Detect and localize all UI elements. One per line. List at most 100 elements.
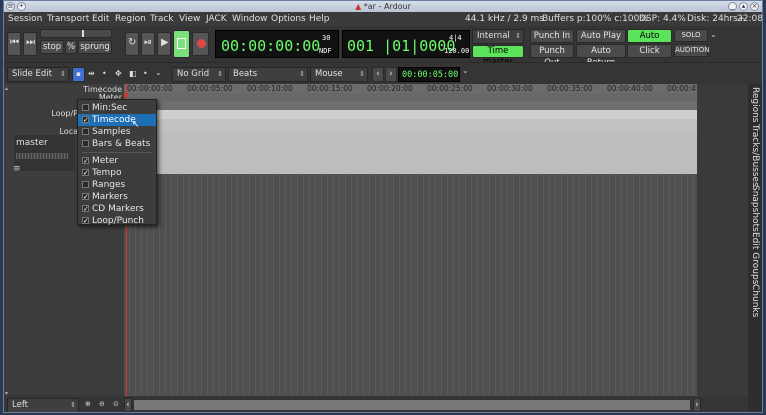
ruler-menu-item[interactable]: Bars & Beats [78,138,156,150]
track-gain-fader[interactable] [16,153,68,159]
time-master-button[interactable]: Time master [472,45,524,67]
grid-type-combo[interactable]: No Grid ⇕ [172,67,226,82]
checkbox-icon[interactable] [82,104,89,111]
punch-out-button[interactable]: Punch Out [530,44,574,68]
nudge-clock[interactable]: 00:00:05:00 [398,67,460,82]
auto-play-button[interactable]: Auto Play [576,29,626,43]
ruler-menu-item[interactable]: ✓ Timecode [78,114,156,126]
audition-mode-icon[interactable]: • [143,69,148,78]
checkbox-checked-icon[interactable]: ✓ [82,116,89,124]
play-range-button[interactable]: ⏯ [141,32,155,56]
menu-window[interactable]: Window [232,13,268,25]
shuttle-style-button[interactable]: sprung [78,40,112,54]
track-name-field[interactable]: master [16,138,48,148]
close-icon[interactable]: × [750,2,759,11]
goto-start-button[interactable]: ⏮ [7,32,21,56]
loop-punch-ruler-label[interactable]: Loop/P [4,109,78,118]
chevron-right-icon: › [695,400,699,410]
meter-ruler[interactable] [124,93,697,101]
menu-track[interactable]: Track [150,13,174,25]
range-mode-icon[interactable]: ⇹ [88,69,95,78]
maximize-icon[interactable]: ▴ [739,2,748,11]
click-button[interactable]: Click [627,44,672,58]
menu-options[interactable]: Options [271,13,306,25]
primary-clock[interactable]: 00:00:00:00 30 NDF [215,30,339,58]
menu-help[interactable]: Help [309,13,330,25]
updown-arrow-icon: ⇕ [70,401,76,409]
gain-mode-icon[interactable]: ✥ [115,69,122,78]
audition-indicator[interactable]: AUDITION [674,44,709,57]
ruler-menu-item[interactable]: Ranges [78,179,156,191]
edit-point-combo[interactable]: Mouse ⇕ [310,67,368,82]
loop-punch-ruler[interactable] [124,110,697,119]
dsp-status: DSP: 4.4% [639,14,686,24]
nudge-expander-icon[interactable]: ⌄ [462,66,469,75]
scroll-right-button[interactable]: › [693,398,701,412]
tempo-ruler[interactable] [124,101,697,110]
play-button[interactable]: ▶ [157,32,171,56]
master-track-header[interactable]: master [14,135,75,171]
zoom-in-icon[interactable]: ⊕ [85,400,91,408]
menu-transport[interactable]: Transport [47,13,89,25]
scroll-left-button[interactable]: ‹ [124,398,132,412]
nudge-backward-button[interactable]: ‹ [372,67,384,82]
shuttle-slider[interactable] [40,29,112,38]
menu-region[interactable]: Region [115,13,146,25]
punch-in-button[interactable]: Punch In [530,29,574,43]
tab-edit-groups[interactable]: Edit Groups [749,232,761,284]
tab-tracks-busses[interactable]: Tracks/Busses [749,124,761,187]
tab-chunks[interactable]: Chunks [749,284,761,317]
checkbox-checked-icon[interactable]: ✓ [82,193,89,201]
minimize-icon[interactable]: _ [728,2,737,11]
menu-edit[interactable]: Edit [92,13,109,25]
checkbox-checked-icon[interactable]: ✓ [82,205,89,213]
checkbox-checked-icon[interactable]: ✓ [82,217,89,225]
mode-expander-icon[interactable]: ⌄ [155,68,162,77]
ruler-menu-item[interactable]: Samples [78,126,156,138]
checkbox-icon[interactable] [82,181,89,188]
ruler-menu-item[interactable]: ✓ Meter [78,155,156,167]
menu-jack[interactable]: JACK [206,13,227,25]
ruler-menu-item[interactable]: Min:Sec [78,102,156,114]
loop-button[interactable]: ↻ [125,32,139,56]
zoom-focus-combo[interactable]: Left ⇕ [7,398,79,412]
editor-canvas[interactable]: 00:00:00:00 00:00:05:00 00:00:10:00 00:00:1… [124,84,697,398]
record-button[interactable] [192,32,209,56]
empty-track-area[interactable] [124,174,697,398]
sync-source-combo[interactable]: Internal ⇕ [472,29,524,44]
ruler-menu-item[interactable]: ✓ Tempo [78,167,156,179]
ruler-menu-item[interactable]: ✓ Markers [78,191,156,203]
stretch-mode-icon[interactable]: • [102,69,107,78]
checkbox-checked-icon[interactable]: ✓ [82,169,89,177]
shuttle-marker [82,30,84,37]
solo-expander-icon[interactable]: ⌄ [710,30,717,39]
auto-return-button[interactable]: Auto Return [576,44,626,68]
stop-button[interactable] [173,30,190,58]
zoom-mode-icon[interactable]: ◧ [129,69,137,78]
menu-session[interactable]: Session [8,13,42,25]
tab-regions[interactable]: Regions [749,87,761,123]
edit-mode-combo[interactable]: Slide Edit ⇕ [7,67,69,82]
shuttle-units-button[interactable]: % [65,40,77,54]
goto-end-button[interactable]: ⏭ [23,32,37,56]
solo-indicator[interactable]: SOLO [674,29,708,42]
checkbox-checked-icon[interactable]: ✓ [82,157,89,165]
track-menu-icon[interactable]: ≡ [13,164,21,174]
tab-snapshots[interactable]: Snapshots [749,185,761,232]
ruler-menu-item[interactable]: ✓ Loop/Punch [78,215,156,227]
shuttle-stop-button[interactable]: stop [40,40,64,54]
ruler-menu-item[interactable]: ✓ CD Markers [78,203,156,215]
menu-view[interactable]: View [179,13,200,25]
grab-mode-button[interactable]: ▪ [72,67,85,82]
zoom-session-icon[interactable]: ⊙ [113,400,119,408]
snap-unit-combo[interactable]: Beats ⇕ [228,67,308,82]
zoom-out-icon[interactable]: ⊖ [99,400,105,408]
checkbox-icon[interactable] [82,128,89,135]
checkbox-icon[interactable] [82,140,89,147]
auto-input-button[interactable]: Auto Input [627,29,672,53]
horizontal-scrollbar[interactable] [133,399,691,411]
nudge-forward-button[interactable]: › [385,67,397,82]
secondary-clock[interactable]: 001 |01|0000 4|4 120.00 [342,30,470,58]
cd-marker-ruler[interactable] [124,119,697,133]
master-track-lane[interactable] [124,133,697,174]
